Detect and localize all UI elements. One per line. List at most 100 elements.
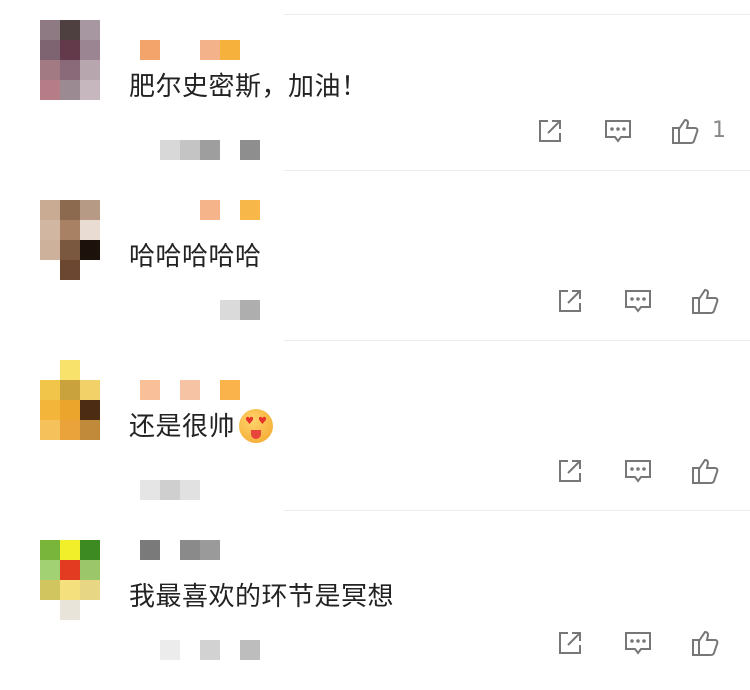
comment-actions bbox=[0, 628, 750, 660]
comment-text: 哈哈哈哈哈 bbox=[129, 242, 262, 272]
avatar-pixel bbox=[40, 400, 60, 420]
comment-icon bbox=[625, 632, 651, 655]
avatar-pixel bbox=[60, 60, 80, 80]
share-button[interactable] bbox=[555, 286, 585, 316]
reply-button[interactable] bbox=[623, 628, 653, 658]
avatar-pixel bbox=[60, 580, 80, 600]
avatar-pixel bbox=[80, 380, 100, 400]
avatar-pixel bbox=[40, 80, 60, 100]
avatar-pixel bbox=[40, 60, 60, 80]
username-pixel bbox=[220, 380, 240, 400]
username-pixel bbox=[200, 540, 220, 560]
avatar-pixel bbox=[80, 60, 100, 80]
share-button[interactable] bbox=[555, 628, 585, 658]
divider bbox=[284, 510, 750, 511]
username-pixel bbox=[160, 40, 180, 60]
share-icon bbox=[559, 460, 581, 482]
avatar-pixel bbox=[80, 20, 100, 40]
divider bbox=[284, 340, 750, 341]
share-icon bbox=[539, 120, 561, 142]
username-pixel bbox=[120, 540, 140, 560]
comment-icon bbox=[605, 120, 631, 143]
username[interactable] bbox=[120, 540, 220, 560]
avatar-pixel bbox=[40, 540, 60, 560]
username-pixel bbox=[220, 200, 240, 220]
reply-button[interactable] bbox=[603, 116, 633, 146]
username-pixel bbox=[240, 200, 260, 220]
like-button[interactable] bbox=[690, 628, 720, 658]
avatar-pixel bbox=[40, 260, 60, 280]
like-button[interactable] bbox=[690, 286, 720, 316]
username-pixel bbox=[180, 380, 200, 400]
comment-text: 我最喜欢的环节是冥想 bbox=[129, 582, 395, 612]
comment-icon bbox=[625, 460, 651, 483]
username-pixel bbox=[140, 540, 160, 560]
avatar-pixel bbox=[80, 260, 100, 280]
avatar[interactable] bbox=[40, 20, 100, 100]
thumbs-up-icon bbox=[692, 288, 719, 314]
avatar-pixel bbox=[80, 80, 100, 100]
avatar-pixel bbox=[40, 420, 60, 440]
avatar[interactable] bbox=[40, 360, 100, 440]
share-icon bbox=[559, 290, 581, 312]
username-pixel bbox=[140, 40, 160, 60]
reply-button[interactable] bbox=[623, 456, 653, 486]
avatar-pixel bbox=[80, 360, 100, 380]
avatar-pixel bbox=[80, 420, 100, 440]
heart-eyes-emoji-icon: ♥ ♥ bbox=[239, 409, 274, 443]
username-pixel bbox=[160, 380, 180, 400]
avatar[interactable] bbox=[40, 540, 100, 620]
avatar-pixel bbox=[80, 220, 100, 240]
comment-item: 我最喜欢的环节是冥想 bbox=[0, 510, 750, 680]
comment-actions: 1 bbox=[0, 116, 750, 148]
avatar-pixel bbox=[60, 200, 80, 220]
thumbs-up-icon bbox=[672, 118, 699, 144]
avatar-pixel bbox=[40, 380, 60, 400]
avatar-pixel bbox=[80, 560, 100, 580]
avatar-pixel bbox=[60, 240, 80, 260]
thumbs-up-icon bbox=[692, 458, 719, 484]
comment-text: 肥尔史密斯，加油！ bbox=[129, 72, 368, 102]
divider bbox=[284, 14, 750, 15]
avatar-pixel bbox=[40, 360, 60, 380]
avatar-pixel bbox=[60, 20, 80, 40]
reply-button[interactable] bbox=[623, 286, 653, 316]
username-pixel bbox=[200, 200, 220, 220]
share-icon bbox=[559, 632, 581, 654]
comment-actions bbox=[0, 456, 750, 488]
avatar-pixel bbox=[40, 240, 60, 260]
share-button[interactable] bbox=[535, 116, 565, 146]
username-pixel bbox=[180, 540, 200, 560]
avatar-pixel bbox=[80, 600, 100, 620]
avatar-pixel bbox=[40, 580, 60, 600]
divider bbox=[284, 170, 750, 171]
avatar-pixel bbox=[80, 200, 100, 220]
like-button[interactable] bbox=[690, 456, 720, 486]
avatar-pixel bbox=[60, 600, 80, 620]
username[interactable] bbox=[160, 200, 260, 220]
username-pixel bbox=[160, 540, 180, 560]
avatar-pixel bbox=[40, 20, 60, 40]
comment-actions bbox=[0, 286, 750, 318]
comment-text: 还是很帅 ♥ ♥ bbox=[129, 406, 274, 443]
avatar-pixel bbox=[80, 240, 100, 260]
username-pixel bbox=[200, 380, 220, 400]
avatar[interactable] bbox=[40, 200, 100, 280]
like-button[interactable] bbox=[670, 116, 700, 146]
avatar-pixel bbox=[60, 540, 80, 560]
avatar-pixel bbox=[60, 420, 80, 440]
avatar-pixel bbox=[80, 40, 100, 60]
avatar-pixel bbox=[40, 40, 60, 60]
like-count: 1 bbox=[712, 118, 726, 143]
avatar-pixel bbox=[80, 580, 100, 600]
username[interactable] bbox=[140, 40, 240, 60]
username[interactable] bbox=[140, 380, 240, 400]
avatar-pixel bbox=[60, 260, 80, 280]
avatar-pixel bbox=[60, 40, 80, 60]
comment-item: 肥尔史密斯，加油！ 1 bbox=[0, 0, 750, 170]
comment-icon bbox=[625, 290, 651, 313]
avatar-pixel bbox=[40, 560, 60, 580]
username-pixel bbox=[180, 200, 200, 220]
comment-item: 哈哈哈哈哈 bbox=[0, 170, 750, 340]
share-button[interactable] bbox=[555, 456, 585, 486]
